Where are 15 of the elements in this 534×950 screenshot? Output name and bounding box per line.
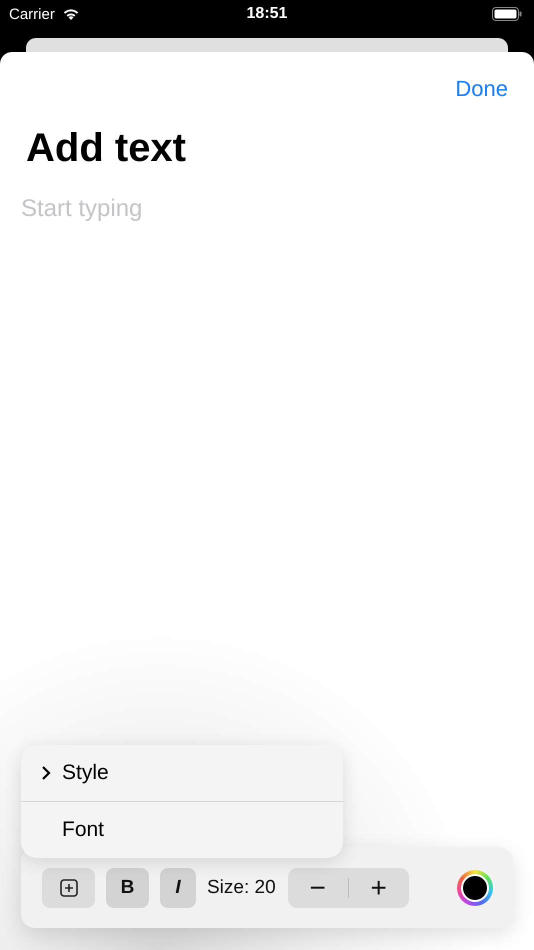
decrease-button[interactable]: − bbox=[288, 874, 348, 902]
battery-icon bbox=[492, 7, 522, 21]
carrier-label: Carrier bbox=[9, 6, 55, 22]
insert-button[interactable] bbox=[42, 868, 95, 908]
size-label: Size: 20 bbox=[207, 876, 276, 898]
bold-button[interactable]: B bbox=[106, 868, 149, 908]
page-title: Add text bbox=[26, 126, 187, 171]
text-input-field[interactable]: Start typing bbox=[21, 191, 513, 227]
done-button[interactable]: Done bbox=[455, 72, 508, 106]
plus-square-icon bbox=[60, 878, 78, 896]
menu-item[interactable]: Style bbox=[21, 745, 343, 801]
color-picker-button[interactable] bbox=[457, 870, 493, 906]
increase-button[interactable]: + bbox=[348, 874, 409, 902]
clock-time: 18:51 bbox=[246, 5, 288, 23]
italic-button[interactable]: I bbox=[160, 868, 196, 908]
